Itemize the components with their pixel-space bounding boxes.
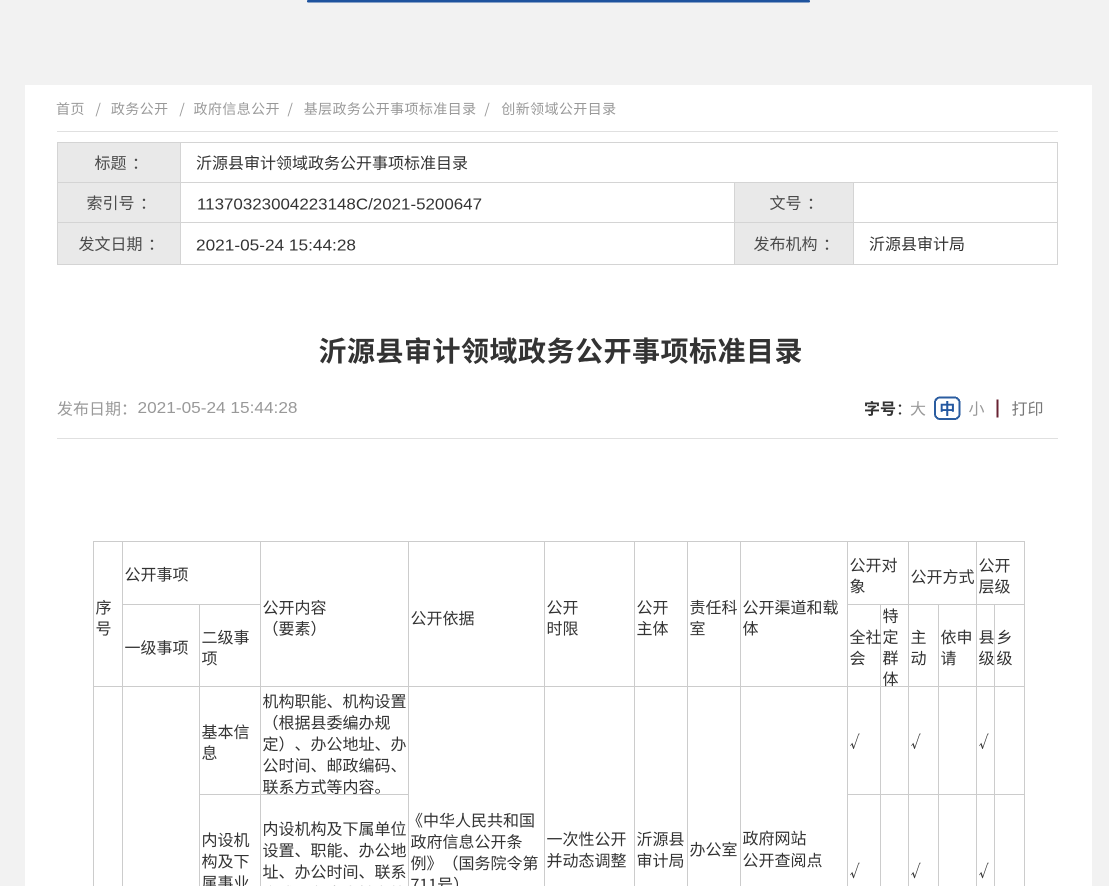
- svg-text:2021-05-24 15:44:28: 2021-05-24 15:44:28: [196, 238, 356, 255]
- svg-text:2021-05-24 15:44:28: 2021-05-24 15:44:28: [138, 400, 298, 417]
- svg-text:11370323004223148C/2021-520064: 11370323004223148C/2021-5200647: [197, 197, 482, 214]
